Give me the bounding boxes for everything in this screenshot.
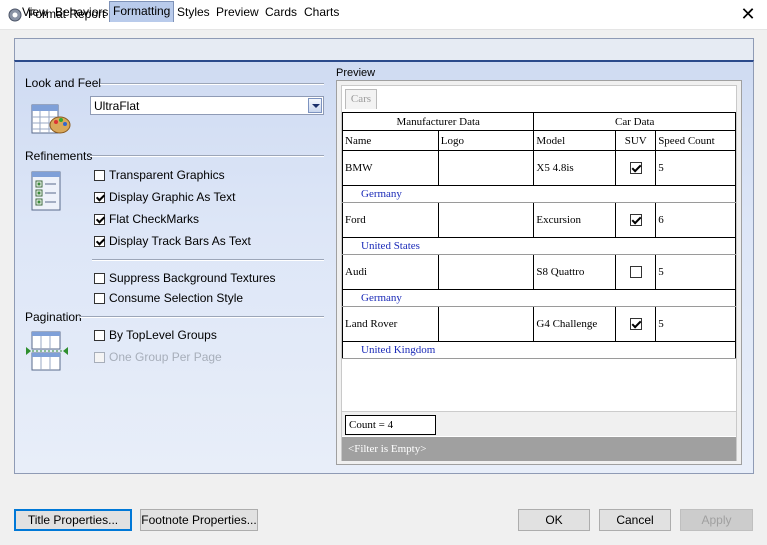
detail-row: United Kingdom [342,341,736,359]
preview-label: Preview [336,67,376,79]
divider [80,316,324,318]
cell-country: United States [342,237,736,255]
page-split-icon [26,331,68,371]
cell-suv [615,254,657,290]
close-button[interactable]: ✕ [737,3,759,25]
cell-speed-count: 6 [655,202,736,238]
suv-checkbox [629,214,642,227]
checklist-icon [31,171,61,211]
detail-row: Germany [342,289,736,307]
suv-checkbox [629,162,642,175]
column-header-logo: Logo [437,130,535,151]
look-and-feel-select[interactable]: UltraFlat [90,96,324,115]
cell-model: Excursion [533,202,617,238]
preview-caption-tab: Cars [345,89,377,109]
refinements-label: Refinements [25,149,93,163]
checkbox-box[interactable] [94,273,105,284]
cancel-button[interactable]: Cancel [599,509,671,531]
tab-styles[interactable]: Styles [174,3,213,22]
transparent-graphics-label: Transparent Graphics [109,168,225,182]
chevron-down-icon[interactable] [308,98,322,113]
checkbox-box[interactable] [94,236,105,247]
cell-country: Germany [342,185,736,203]
look-and-feel-label: Look and Feel [25,76,102,90]
tab-preview[interactable]: Preview [213,3,262,22]
tab-charts[interactable]: Charts [301,3,342,22]
title-properties-button[interactable]: Title Properties... [14,509,132,531]
cell-name: Ford [342,202,439,238]
filter-bar: <Filter is Empty> [342,437,736,461]
divider [100,83,324,85]
checkbox-box[interactable] [94,293,105,304]
column-header-speed-count: Speed Count [655,130,736,151]
look-and-feel-value: UltraFlat [94,99,140,113]
table-row: Ford Excursion 6 [342,202,736,238]
cell-model: S8 Quattro [533,254,617,290]
column-header-suv: SUV [615,130,657,151]
table-row: BMW X5 4.8is 5 [342,150,736,186]
pagination-label: Pagination [25,310,82,324]
ok-button[interactable]: OK [518,509,590,531]
divider [90,155,324,157]
cell-logo [437,254,535,290]
cell-suv [615,150,657,186]
cell-speed-count: 5 [655,306,736,342]
by-toplevel-groups-label: By TopLevel Groups [109,328,217,342]
cell-logo [437,150,535,186]
checkbox-box[interactable] [94,192,105,203]
checkbox-box [94,352,105,363]
cell-name: Land Rover [342,306,439,342]
palette-grid-icon [31,104,71,134]
column-header-model: Model [533,130,617,151]
checkbox-box[interactable] [94,214,105,225]
tab-formatting[interactable]: Formatting [109,1,175,22]
cell-logo [437,306,535,342]
cell-name: Audi [342,254,439,290]
divider [92,259,324,261]
suv-checkbox [629,318,642,331]
table-row: Audi S8 Quattro 5 [342,254,736,290]
cell-name: BMW [342,150,439,186]
apply-button: Apply [680,509,753,531]
checkbox-box[interactable] [94,170,105,181]
footnote-properties-button[interactable]: Footnote Properties... [140,509,258,531]
band-header-manufacturer: Manufacturer Data [341,112,535,131]
tab-strip [14,38,754,60]
column-header-row: Name Logo Model SUV Speed Count [342,130,736,151]
tab-view[interactable]: View [19,3,51,22]
flat-checkmarks-label: Flat CheckMarks [109,212,200,226]
cell-logo [437,202,535,238]
cell-model: X5 4.8is [533,150,617,186]
display-graphic-as-text-label: Display Graphic As Text [109,190,236,204]
band-header-row: Manufacturer Data Car Data [341,112,736,131]
display-track-bars-as-text-label: Display Track Bars As Text [109,234,251,248]
detail-row: Germany [342,185,736,203]
preview-table: Manufacturer Data Car Data Name Logo Mod… [341,112,736,359]
cell-country: United Kingdom [342,341,736,359]
band-header-car-data: Car Data [533,112,736,131]
cell-suv [615,202,657,238]
cell-suv [615,306,657,342]
checkbox-box[interactable] [94,330,105,341]
cell-speed-count: 5 [655,150,736,186]
cell-model: G4 Challenge [533,306,617,342]
consume-selection-style-label: Consume Selection Style [109,291,244,305]
column-header-name: Name [342,130,439,151]
tab-cards[interactable]: Cards [262,3,300,22]
detail-row: United States [342,237,736,255]
suppress-background-textures-label: Suppress Background Textures [109,271,276,285]
cell-speed-count: 5 [655,254,736,290]
table-row: Land Rover G4 Challenge 5 [342,306,736,342]
suv-checkbox [629,266,642,279]
one-group-per-page-label: One Group Per Page [109,350,222,364]
cell-country: Germany [342,289,736,307]
tab-behaviors[interactable]: Behaviors [52,3,111,22]
footer-count: Count = 4 [345,415,436,435]
